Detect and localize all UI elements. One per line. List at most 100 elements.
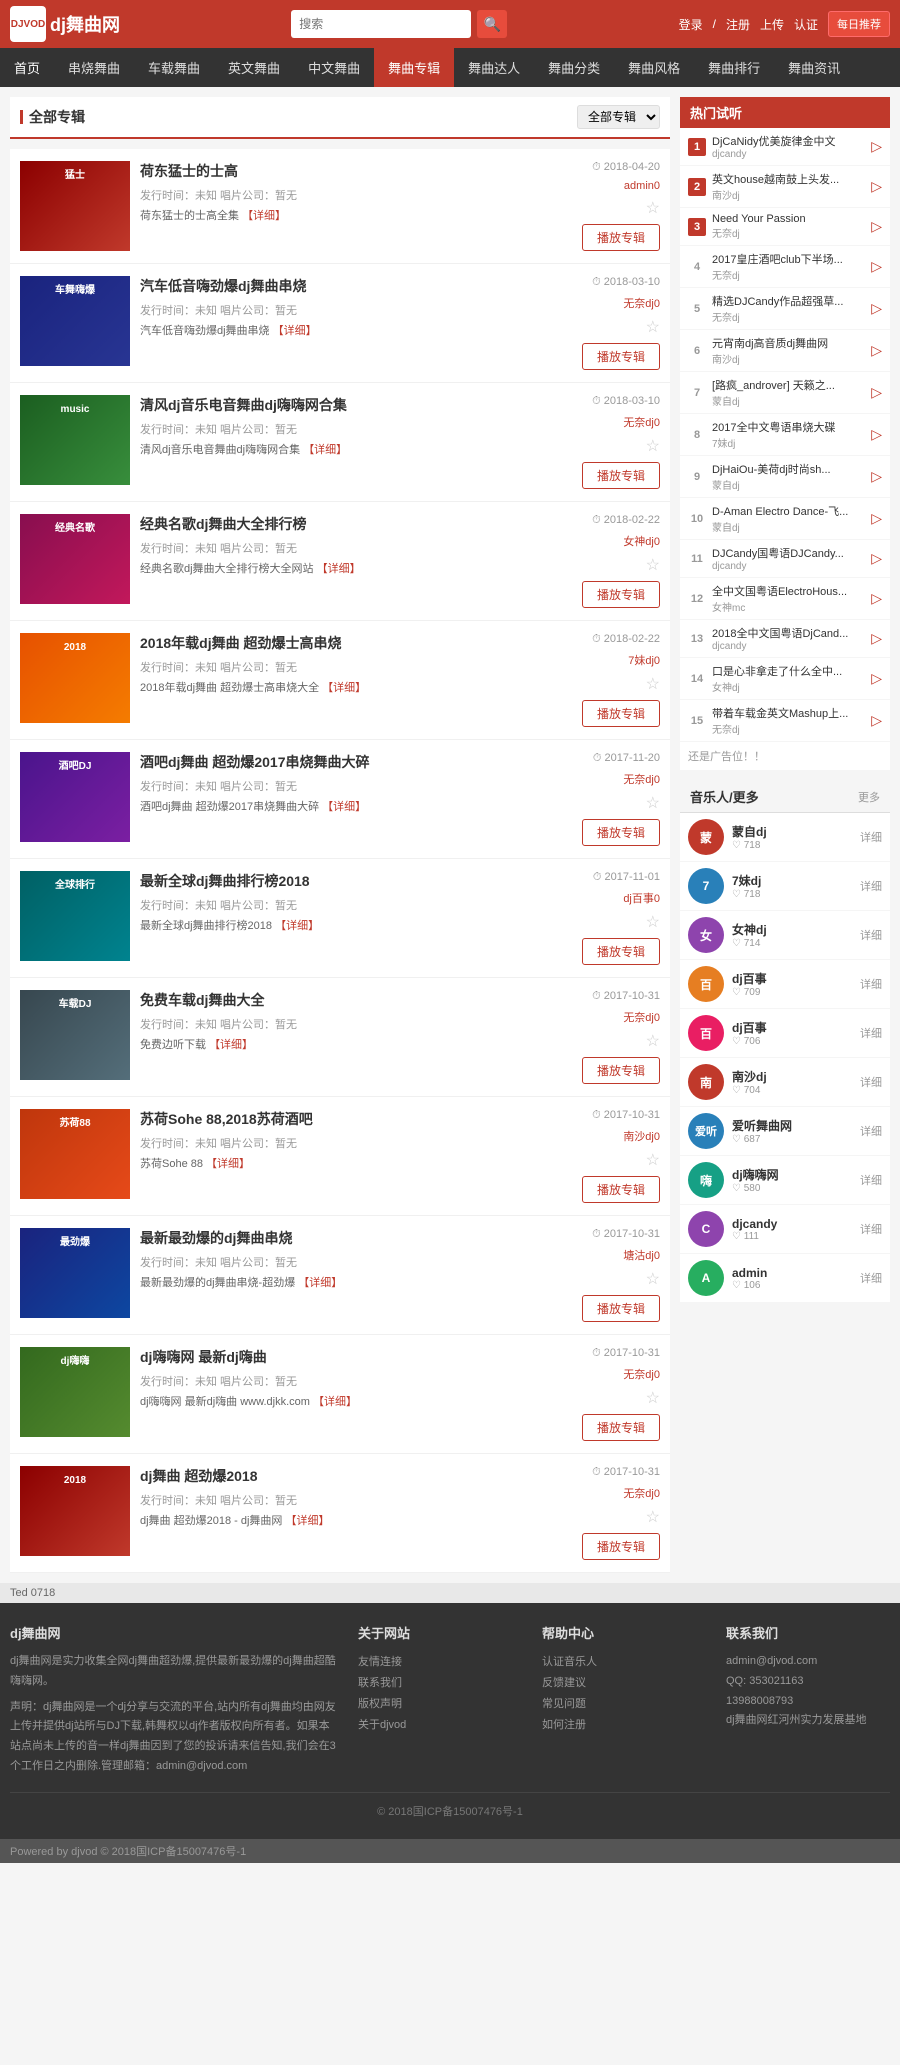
musician-detail-link[interactable]: 详细 <box>860 878 882 894</box>
song-title[interactable]: 全中文国粤语ElectroHous... <box>712 583 865 599</box>
daily-recommend-button[interactable]: 每日推荐 <box>828 11 890 37</box>
song-title[interactable]: Need Your Passion <box>712 213 865 225</box>
musician-detail-link[interactable]: 详细 <box>860 1074 882 1090</box>
footer-link-certify[interactable]: 认证音乐人 <box>542 1652 706 1673</box>
nav-item-news[interactable]: 舞曲资讯 <box>774 48 854 87</box>
star-icon[interactable]: ☆ <box>646 198 660 218</box>
star-icon[interactable]: ☆ <box>646 793 660 813</box>
play-icon[interactable]: ▷ <box>871 468 882 485</box>
play-album-button[interactable]: 播放专辑 <box>582 581 660 608</box>
album-title[interactable]: 经典名歌dj舞曲大全排行榜 <box>140 514 550 534</box>
song-title[interactable]: 2018全中文国粤语DjCand... <box>712 625 865 641</box>
song-title[interactable]: 带着车载金英文Mashup上... <box>712 705 865 721</box>
song-title[interactable]: 元宵南dj高音质dj舞曲网 <box>712 335 865 351</box>
search-button[interactable]: 🔍 <box>477 10 507 38</box>
detail-link[interactable]: 【详细】 <box>317 563 361 575</box>
nav-item-car[interactable]: 车载舞曲 <box>134 48 214 87</box>
song-title[interactable]: 2017全中文粤语串烧大碟 <box>712 419 865 435</box>
footer-link-register[interactable]: 如何注册 <box>542 1715 706 1736</box>
star-icon[interactable]: ☆ <box>646 1388 660 1408</box>
musician-name[interactable]: 爱听舞曲网 <box>732 1117 852 1134</box>
detail-link[interactable]: 【详细】 <box>206 1158 250 1170</box>
album-title[interactable]: 酒吧dj舞曲 超劲爆2017串烧舞曲大碎 <box>140 752 550 772</box>
play-album-button[interactable]: 播放专辑 <box>582 462 660 489</box>
login-link[interactable]: 登录 <box>679 16 703 33</box>
footer-link-faq[interactable]: 常见问题 <box>542 1694 706 1715</box>
star-icon[interactable]: ☆ <box>646 436 660 456</box>
star-icon[interactable]: ☆ <box>646 1150 660 1170</box>
detail-link[interactable]: 【详细】 <box>313 1396 357 1408</box>
detail-link[interactable]: 【详细】 <box>242 210 286 222</box>
album-title[interactable]: 汽车低音嗨劲爆dj舞曲串烧 <box>140 276 550 296</box>
musicians-more-link[interactable]: 更多 <box>858 789 880 805</box>
star-icon[interactable]: ☆ <box>646 912 660 932</box>
detail-link[interactable]: 【详细】 <box>303 444 347 456</box>
musician-name[interactable]: admin <box>732 1266 852 1280</box>
album-title[interactable]: dj舞曲 超劲爆2018 <box>140 1466 550 1486</box>
album-title[interactable]: 最新最劲爆的dj舞曲串烧 <box>140 1228 550 1248</box>
song-title[interactable]: 2017皇庄酒吧club下半场... <box>712 251 865 267</box>
musician-detail-link[interactable]: 详细 <box>860 1221 882 1237</box>
nav-item-english[interactable]: 英文舞曲 <box>214 48 294 87</box>
play-album-button[interactable]: 播放专辑 <box>582 1295 660 1322</box>
musician-detail-link[interactable]: 详细 <box>860 829 882 845</box>
musician-detail-link[interactable]: 详细 <box>860 1123 882 1139</box>
play-album-button[interactable]: 播放专辑 <box>582 1057 660 1084</box>
play-icon[interactable]: ▷ <box>871 590 882 607</box>
footer-link-contact[interactable]: 联系我们 <box>358 1673 522 1694</box>
register-link[interactable]: 注册 <box>726 16 750 33</box>
musician-detail-link[interactable]: 详细 <box>860 1025 882 1041</box>
play-icon[interactable]: ▷ <box>871 300 882 317</box>
verify-link[interactable]: 认证 <box>794 16 818 33</box>
song-title[interactable]: DjCaNidy优美旋律金中文 <box>712 133 865 149</box>
upload-link[interactable]: 上传 <box>760 16 784 33</box>
musician-name[interactable]: 7妹dj <box>732 872 852 889</box>
play-album-button[interactable]: 播放专辑 <box>582 1533 660 1560</box>
musician-detail-link[interactable]: 详细 <box>860 976 882 992</box>
play-album-button[interactable]: 播放专辑 <box>582 224 660 251</box>
album-title[interactable]: 最新全球dj舞曲排行榜2018 <box>140 871 550 891</box>
nav-item-chinese[interactable]: 中文舞曲 <box>294 48 374 87</box>
play-icon[interactable]: ▷ <box>871 712 882 729</box>
song-title[interactable]: 口是心非拿走了什么全中... <box>712 663 865 679</box>
star-icon[interactable]: ☆ <box>646 317 660 337</box>
play-icon[interactable]: ▷ <box>871 630 882 647</box>
detail-link[interactable]: 【详细】 <box>322 801 366 813</box>
album-title[interactable]: 2018年载dj舞曲 超劲爆士高串烧 <box>140 633 550 653</box>
play-icon[interactable]: ▷ <box>871 510 882 527</box>
play-album-button[interactable]: 播放专辑 <box>582 343 660 370</box>
star-icon[interactable]: ☆ <box>646 674 660 694</box>
star-icon[interactable]: ☆ <box>646 555 660 575</box>
musician-detail-link[interactable]: 详细 <box>860 1172 882 1188</box>
album-title[interactable]: 免费车载dj舞曲大全 <box>140 990 550 1010</box>
musician-detail-link[interactable]: 详细 <box>860 1270 882 1286</box>
play-album-button[interactable]: 播放专辑 <box>582 700 660 727</box>
search-input[interactable] <box>291 10 471 38</box>
song-title[interactable]: DJCandy国粤语DJCandy... <box>712 545 865 561</box>
album-title[interactable]: 苏荷Sohe 88,2018苏荷酒吧 <box>140 1109 550 1129</box>
detail-link[interactable]: 【详细】 <box>322 682 366 694</box>
star-icon[interactable]: ☆ <box>646 1507 660 1527</box>
musician-name[interactable]: 南沙dj <box>732 1068 852 1085</box>
musician-name[interactable]: dj百事 <box>732 970 852 987</box>
play-icon[interactable]: ▷ <box>871 342 882 359</box>
footer-link-friends[interactable]: 友情连接 <box>358 1652 522 1673</box>
section-select[interactable]: 全部专辑 <box>577 105 660 129</box>
play-icon[interactable]: ▷ <box>871 384 882 401</box>
album-title[interactable]: 荷东猛士的士高 <box>140 161 550 181</box>
detail-link[interactable]: 【详细】 <box>275 920 319 932</box>
nav-item-master[interactable]: 舞曲达人 <box>454 48 534 87</box>
play-icon[interactable]: ▷ <box>871 218 882 235</box>
song-title[interactable]: 精选DJCandy作品超强草... <box>712 293 865 309</box>
detail-link[interactable]: 【详细】 <box>298 1277 342 1289</box>
musician-name[interactable]: 蒙自dj <box>732 823 852 840</box>
musician-name[interactable]: 女神dj <box>732 921 852 938</box>
play-icon[interactable]: ▷ <box>871 258 882 275</box>
play-icon[interactable]: ▷ <box>871 138 882 155</box>
song-title[interactable]: [路疯_androver] 天籁之... <box>712 377 865 393</box>
detail-link[interactable]: 【详细】 <box>285 1515 329 1527</box>
play-album-button[interactable]: 播放专辑 <box>582 819 660 846</box>
footer-link-copyright[interactable]: 版权声明 <box>358 1694 522 1715</box>
play-album-button[interactable]: 播放专辑 <box>582 1176 660 1203</box>
song-title[interactable]: D-Aman Electro Dance-飞... <box>712 503 865 519</box>
